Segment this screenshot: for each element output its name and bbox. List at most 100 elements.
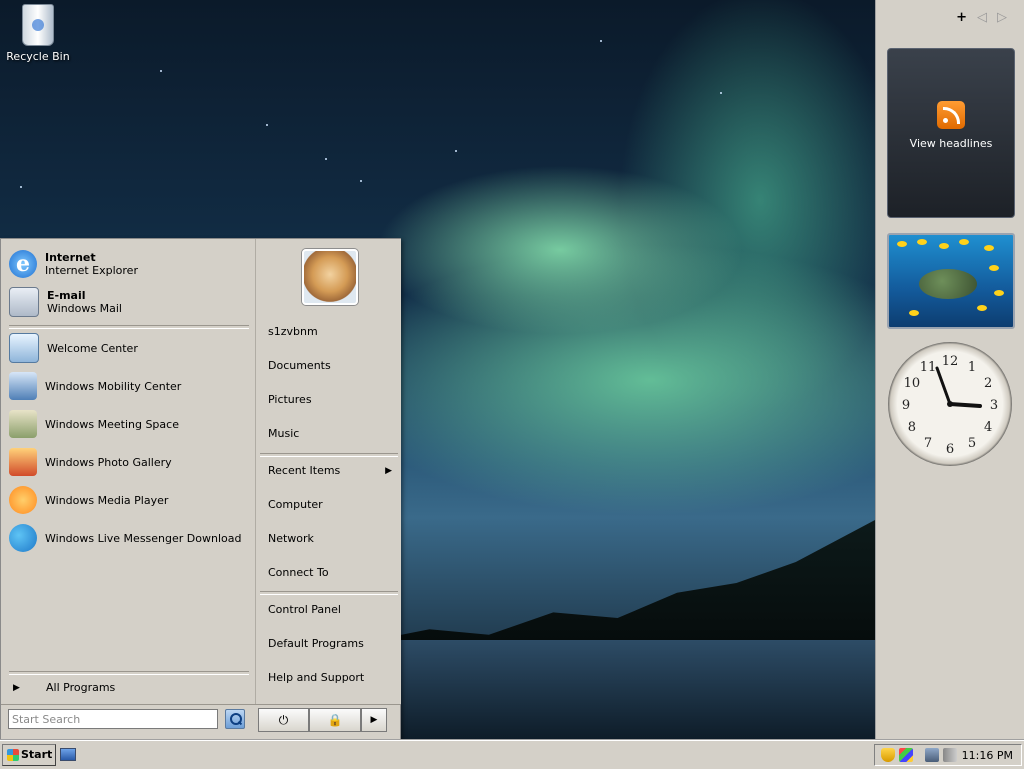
- right-item-documents[interactable]: Documents: [268, 355, 396, 377]
- start-button-label: Start: [21, 748, 53, 761]
- feed-gadget-label: View headlines: [909, 137, 993, 150]
- sidebar-next-button[interactable]: ▷: [997, 10, 1007, 25]
- clock-numeral: 10: [904, 376, 921, 391]
- star: [325, 158, 327, 160]
- clock-numeral: 9: [902, 398, 910, 413]
- clock-face: 12 12 3 45678 9 1011: [902, 354, 998, 457]
- right-item-label: Connect To: [268, 566, 329, 579]
- right-item-recent-items[interactable]: Recent Items ▶: [268, 460, 396, 482]
- submenu-arrow-icon: ▶: [385, 466, 392, 476]
- feed-headlines-gadget[interactable]: View headlines: [887, 48, 1015, 218]
- user-picture[interactable]: [302, 249, 358, 305]
- arrow-right-icon: ▶: [13, 683, 20, 693]
- clock-numeral: 11: [920, 360, 937, 375]
- windows-update-icon[interactable]: [899, 748, 913, 762]
- clock-minute-hand: [935, 366, 952, 406]
- program-label: Windows Photo Gallery: [45, 455, 172, 469]
- right-item-pictures[interactable]: Pictures: [268, 389, 396, 411]
- program-mobility-center[interactable]: Windows Mobility Center: [9, 369, 249, 403]
- windows-sidebar: + ◁ ▷ View headlines 12 1 2 3 4 5 6 7 8 9 10 11: [875, 0, 1024, 740]
- right-item-label: Computer: [268, 498, 323, 511]
- meeting-space-icon: [9, 410, 37, 438]
- volume-muted-icon[interactable]: [943, 748, 957, 762]
- taskbar: Start 11:16 PM: [0, 740, 1024, 769]
- taskbar-clock[interactable]: 11:16 PM: [962, 748, 1013, 764]
- power-options-button[interactable]: ▶: [361, 708, 387, 732]
- program-label: Welcome Center: [47, 341, 138, 355]
- lake: [380, 640, 875, 740]
- arrow-right-icon: ▶: [370, 715, 378, 725]
- fish-image: [939, 243, 949, 249]
- system-tray: 11:16 PM: [874, 744, 1022, 766]
- right-item-label: Network: [268, 532, 314, 545]
- star: [720, 92, 722, 94]
- recycle-bin-shortcut[interactable]: Recycle Bin: [6, 4, 70, 63]
- start-menu-right-pane: s1zvbnm Documents Pictures Music Recent …: [255, 239, 401, 704]
- fish-image: [909, 310, 919, 316]
- windows-logo-icon: [7, 749, 19, 761]
- windows-mail-icon: [9, 287, 39, 317]
- right-item-label: Help and Support: [268, 671, 365, 684]
- star: [160, 70, 162, 72]
- fish-image: [959, 239, 969, 245]
- pinned-email[interactable]: E-mail Windows Mail: [9, 285, 249, 319]
- right-item-label: Music: [268, 427, 300, 440]
- internet-explorer-icon: [9, 250, 37, 278]
- right-item-default-programs[interactable]: Default Programs: [268, 633, 396, 655]
- fish-image: [989, 265, 999, 271]
- rss-icon: [937, 101, 965, 129]
- clock-numeral: 12: [942, 354, 959, 369]
- clock-gadget[interactable]: 12 1 2 3 4 5 6 7 8 9 10 11: [888, 342, 1012, 466]
- star: [360, 180, 362, 182]
- clock-numeral: 7: [924, 436, 932, 451]
- right-item-network[interactable]: Network: [268, 528, 396, 550]
- fish-image: [897, 241, 907, 247]
- right-item-help-support[interactable]: Help and Support: [268, 667, 396, 689]
- photo-gallery-icon: [9, 448, 37, 476]
- start-button[interactable]: Start: [2, 744, 56, 766]
- program-photo-gallery[interactable]: Windows Photo Gallery: [9, 445, 249, 479]
- clock-numeral: 5: [968, 436, 976, 451]
- star: [455, 150, 457, 152]
- show-desktop-icon[interactable]: [60, 748, 76, 761]
- right-item-user-folder[interactable]: s1zvbnm: [268, 321, 396, 343]
- program-welcome-center[interactable]: Welcome Center: [9, 331, 249, 365]
- star: [600, 40, 602, 42]
- start-menu: Internet Internet Explorer E-mail Window…: [0, 238, 401, 740]
- fish-image: [917, 239, 927, 245]
- power-button[interactable]: ⏻: [258, 708, 309, 732]
- lock-button[interactable]: 🔒: [309, 708, 361, 732]
- messenger-icon: [9, 524, 37, 552]
- program-meeting-space[interactable]: Windows Meeting Space: [9, 407, 249, 441]
- add-gadget-button[interactable]: +: [956, 10, 967, 25]
- program-messenger-download[interactable]: Windows Live Messenger Download: [9, 521, 249, 555]
- right-item-connect-to[interactable]: Connect To: [268, 562, 396, 584]
- mountains: [380, 520, 875, 660]
- security-shield-icon[interactable]: [881, 748, 895, 762]
- program-media-player[interactable]: Windows Media Player: [9, 483, 249, 517]
- sidebar-prev-button[interactable]: ◁: [977, 10, 987, 25]
- right-item-label: Pictures: [268, 393, 312, 406]
- right-item-label: Control Panel: [268, 603, 341, 616]
- network-disconnected-icon[interactable]: [925, 748, 939, 762]
- all-programs-button[interactable]: ▶ All Programs: [9, 677, 249, 699]
- search-button[interactable]: [225, 709, 245, 729]
- start-menu-left-pane: Internet Internet Explorer E-mail Window…: [1, 239, 255, 704]
- star: [266, 124, 268, 126]
- right-item-computer[interactable]: Computer: [268, 494, 396, 516]
- sidebar-controls: + ◁ ▷: [956, 10, 1007, 25]
- slideshow-gadget[interactable]: [887, 233, 1015, 329]
- pinned-internet[interactable]: Internet Internet Explorer: [9, 247, 249, 281]
- clock-numeral: 3: [990, 398, 998, 413]
- start-search-input[interactable]: [8, 709, 218, 729]
- media-player-icon: [9, 486, 37, 514]
- recycle-bin-label: Recycle Bin: [6, 50, 70, 63]
- separator: [9, 325, 249, 329]
- right-item-music[interactable]: Music: [268, 423, 396, 445]
- sea-turtle-image: [919, 269, 977, 299]
- right-item-control-panel[interactable]: Control Panel: [268, 599, 396, 621]
- right-item-label: s1zvbnm: [268, 325, 318, 338]
- mobility-center-icon: [9, 372, 37, 400]
- program-label: Windows Live Messenger Download: [45, 531, 242, 545]
- star: [20, 186, 22, 188]
